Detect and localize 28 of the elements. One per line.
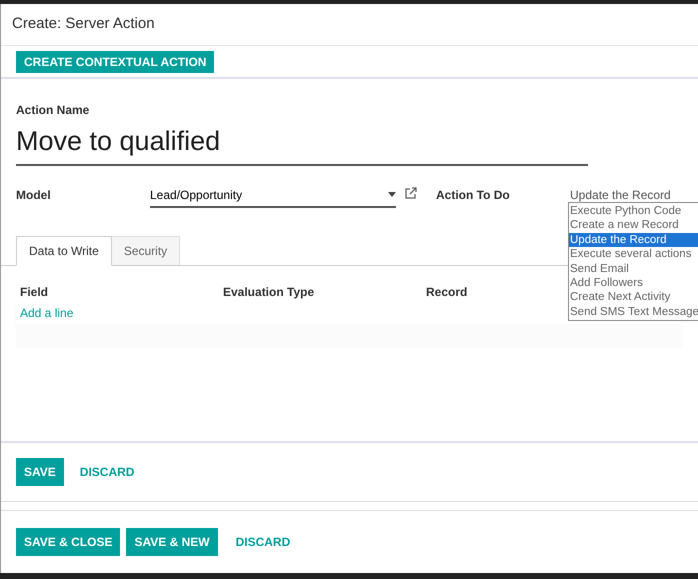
action-name-field[interactable]: Move to qualified: [16, 121, 588, 166]
action-select-value[interactable]: Update the Record: [570, 186, 671, 204]
create-contextual-action-button[interactable]: CREATE CONTEXTUAL ACTION: [16, 50, 214, 72]
column-header: Record: [426, 284, 468, 298]
dropdown-option[interactable]: Create Next Activity: [569, 290, 698, 305]
model-select[interactable]: Lead/Opportunity: [150, 186, 396, 208]
primary-button[interactable]: SAVE: [16, 458, 64, 486]
dropdown-option[interactable]: Create a new Record: [569, 218, 698, 233]
discard-link[interactable]: DISCARD: [68, 458, 146, 486]
column-header: Field: [20, 284, 48, 298]
dropdown-option[interactable]: Update the Record: [569, 232, 698, 248]
caret-icon: [388, 192, 396, 197]
field-label: Model: [16, 186, 52, 204]
external-link-icon: [405, 186, 417, 198]
dropdown-option[interactable]: Execute Python Code: [569, 204, 698, 218]
dropdown-option[interactable]: Add Followers: [569, 276, 698, 290]
tab[interactable]: Data to Write: [16, 236, 112, 266]
dropdown-option[interactable]: Send Email: [569, 262, 698, 276]
field-label: Action To Do: [436, 186, 511, 204]
tab[interactable]: Security: [112, 236, 180, 264]
field-label: Action Name: [16, 102, 90, 119]
primary-button[interactable]: SAVE & NEW: [126, 528, 218, 556]
dropdown-option[interactable]: Execute several actions: [569, 247, 698, 262]
primary-button[interactable]: SAVE & CLOSE: [16, 528, 120, 556]
dialog-title: Create: Server Action: [12, 14, 155, 34]
add-line-link[interactable]: Add a line: [16, 304, 78, 322]
column-header: Evaluation Type: [223, 284, 314, 298]
discard-link[interactable]: DISCARD: [224, 528, 302, 556]
